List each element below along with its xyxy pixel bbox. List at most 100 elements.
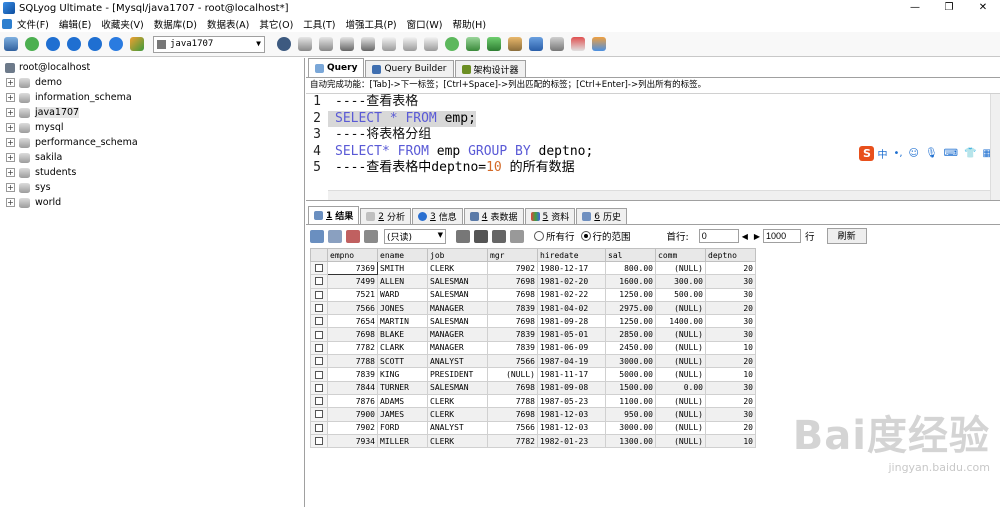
cell-sal[interactable]: 3000.00 [605, 354, 656, 369]
cell-empno[interactable]: 7876 [327, 393, 378, 409]
menu-powertools[interactable]: 增强工具(P) [341, 17, 402, 31]
editor-vertical-scrollbar[interactable] [990, 94, 1000, 200]
backup-icon[interactable] [296, 35, 314, 53]
row-checkbox[interactable] [310, 314, 328, 329]
cell-deptno[interactable]: 20 [705, 393, 756, 409]
data-search-icon[interactable] [464, 35, 482, 53]
row-checkbox[interactable] [310, 260, 328, 276]
cell-job[interactable]: ANALYST [427, 420, 488, 435]
cell-mgr[interactable]: 7566 [487, 354, 538, 369]
cell-comm[interactable]: (NULL) [655, 300, 706, 316]
tree-item-performance-schema[interactable]: + performance_schema [0, 135, 304, 150]
sql-editor[interactable]: 1 ----查看表格 2 SELECT * FROM emp; 3 ----将表… [306, 93, 1000, 201]
cell-empno[interactable]: 7788 [327, 354, 378, 369]
tab-profile[interactable]: 2 分析 [360, 208, 412, 224]
cell-mgr[interactable]: 7782 [487, 433, 538, 449]
sql-scheduler-icon[interactable] [443, 35, 461, 53]
cell-hiredate[interactable]: 1981-12-03 [537, 407, 606, 422]
all-rows-radio[interactable] [534, 231, 544, 241]
cell-comm[interactable]: 0.00 [655, 380, 706, 395]
menu-edit[interactable]: 编辑(E) [54, 17, 96, 31]
cell-deptno[interactable]: 20 [705, 420, 756, 435]
row-range-radio[interactable] [580, 231, 591, 241]
cell-deptno[interactable]: 20 [705, 300, 756, 316]
cell-comm[interactable]: (NULL) [655, 393, 706, 409]
cell-hiredate[interactable]: 1981-02-20 [537, 274, 606, 289]
table-row[interactable]: 7499 ALLEN SALESMAN 7698 1981-02-20 1600.00 30… [310, 274, 756, 289]
refresh-button[interactable]: 刷新 [826, 228, 867, 244]
cell-mgr[interactable]: 7839 [487, 327, 538, 342]
tree-item-students[interactable]: + students [0, 165, 304, 180]
cell-mgr[interactable]: 7698 [487, 380, 538, 395]
cell-deptno[interactable]: 30 [705, 314, 756, 329]
cell-sal[interactable]: 5000.00 [605, 367, 656, 382]
cell-sal[interactable]: 3000.00 [605, 420, 656, 435]
minimize-button[interactable]: — [898, 0, 932, 16]
format-query-icon[interactable] [107, 35, 125, 53]
layout-icon[interactable] [364, 229, 378, 243]
cell-hiredate[interactable]: 1982-01-23 [537, 433, 606, 449]
cell-deptno[interactable]: 30 [705, 407, 756, 422]
cell-job[interactable]: SALESMAN [427, 274, 488, 289]
column-header-sal[interactable]: sal [605, 248, 656, 262]
export-excel-icon[interactable] [346, 229, 360, 243]
select-all-cell[interactable] [310, 248, 328, 262]
schema-designer-icon[interactable] [485, 35, 503, 53]
column-header-job[interactable]: job [427, 248, 488, 262]
row-checkbox[interactable] [310, 393, 328, 409]
punctuation-icon[interactable]: •, [893, 148, 902, 159]
tab-history[interactable]: 6 历史 [576, 208, 628, 224]
cell-hiredate[interactable]: 1987-05-23 [537, 393, 606, 409]
close-button[interactable]: ✕ [966, 0, 1000, 16]
cell-comm[interactable]: (NULL) [655, 367, 706, 382]
cell-job[interactable]: CLERK [427, 433, 488, 449]
table-row[interactable]: 7521 WARD SALESMAN 7698 1981-02-22 1250.00 500… [310, 287, 756, 302]
cell-comm[interactable]: (NULL) [655, 327, 706, 342]
cell-comm[interactable]: (NULL) [655, 433, 706, 449]
row-checkbox[interactable] [310, 420, 328, 435]
copy-result-icon[interactable] [328, 229, 342, 243]
cell-empno[interactable]: 7782 [327, 340, 378, 356]
tab-info[interactable]: 5 资料 [524, 208, 576, 224]
cell-comm[interactable]: 1400.00 [655, 314, 706, 329]
restore-icon[interactable] [317, 35, 335, 53]
cell-comm[interactable]: (NULL) [655, 260, 706, 276]
cell-deptno[interactable]: 30 [705, 380, 756, 395]
tree-item-information-schema[interactable]: + information_schema [0, 90, 304, 105]
expand-icon[interactable]: + [6, 198, 15, 207]
expand-icon[interactable]: + [6, 168, 15, 177]
cell-deptno[interactable]: 20 [705, 260, 756, 276]
editor-horizontal-scrollbar[interactable] [328, 190, 990, 200]
chart-icon[interactable] [569, 35, 587, 53]
cell-ename[interactable]: ADAMS [377, 393, 428, 409]
cell-sal[interactable]: 1600.00 [605, 274, 656, 289]
grid-icon[interactable] [590, 35, 608, 53]
result-mode-select[interactable]: (只读) ▼ [384, 228, 446, 244]
cell-sal[interactable]: 950.00 [605, 407, 656, 422]
cell-mgr[interactable]: 7698 [487, 287, 538, 302]
connection-manager-icon[interactable] [23, 35, 41, 53]
cell-sal[interactable]: 1250.00 [605, 287, 656, 302]
emoji-icon[interactable]: ☺ [909, 148, 919, 159]
menu-tools[interactable]: 工具(T) [298, 17, 340, 31]
export-result-icon[interactable] [310, 229, 324, 243]
table-row[interactable]: 7902 FORD ANALYST 7566 1981-12-03 3000.00 (NUL… [310, 420, 756, 435]
cell-ename[interactable]: MILLER [377, 433, 428, 449]
user-manager-icon[interactable] [275, 35, 293, 53]
cell-hiredate[interactable]: 1981-02-22 [537, 287, 606, 302]
cell-deptno[interactable]: 10 [705, 433, 756, 449]
expand-icon[interactable]: + [6, 78, 15, 87]
tree-item-world[interactable]: + world [0, 195, 304, 210]
tab-query-builder[interactable]: Query Builder [365, 60, 454, 77]
cell-deptno[interactable]: 30 [705, 274, 756, 289]
database-select[interactable]: java1707 ▼ [153, 35, 265, 53]
tab-query[interactable]: Query [308, 58, 365, 77]
table-row[interactable]: 7876 ADAMS CLERK 7788 1987-05-23 1100.00 (NULL… [310, 393, 756, 409]
schema-sync-icon[interactable] [380, 35, 398, 53]
result-grid[interactable]: empno ename job mgr hiredate sal comm deptno 73… [310, 248, 756, 449]
column-header-empno[interactable]: empno [327, 248, 378, 262]
row-checkbox[interactable] [310, 274, 328, 289]
menu-table[interactable]: 数据表(A) [202, 17, 254, 31]
cell-ename[interactable]: ALLEN [377, 274, 428, 289]
expand-icon[interactable]: + [6, 93, 15, 102]
